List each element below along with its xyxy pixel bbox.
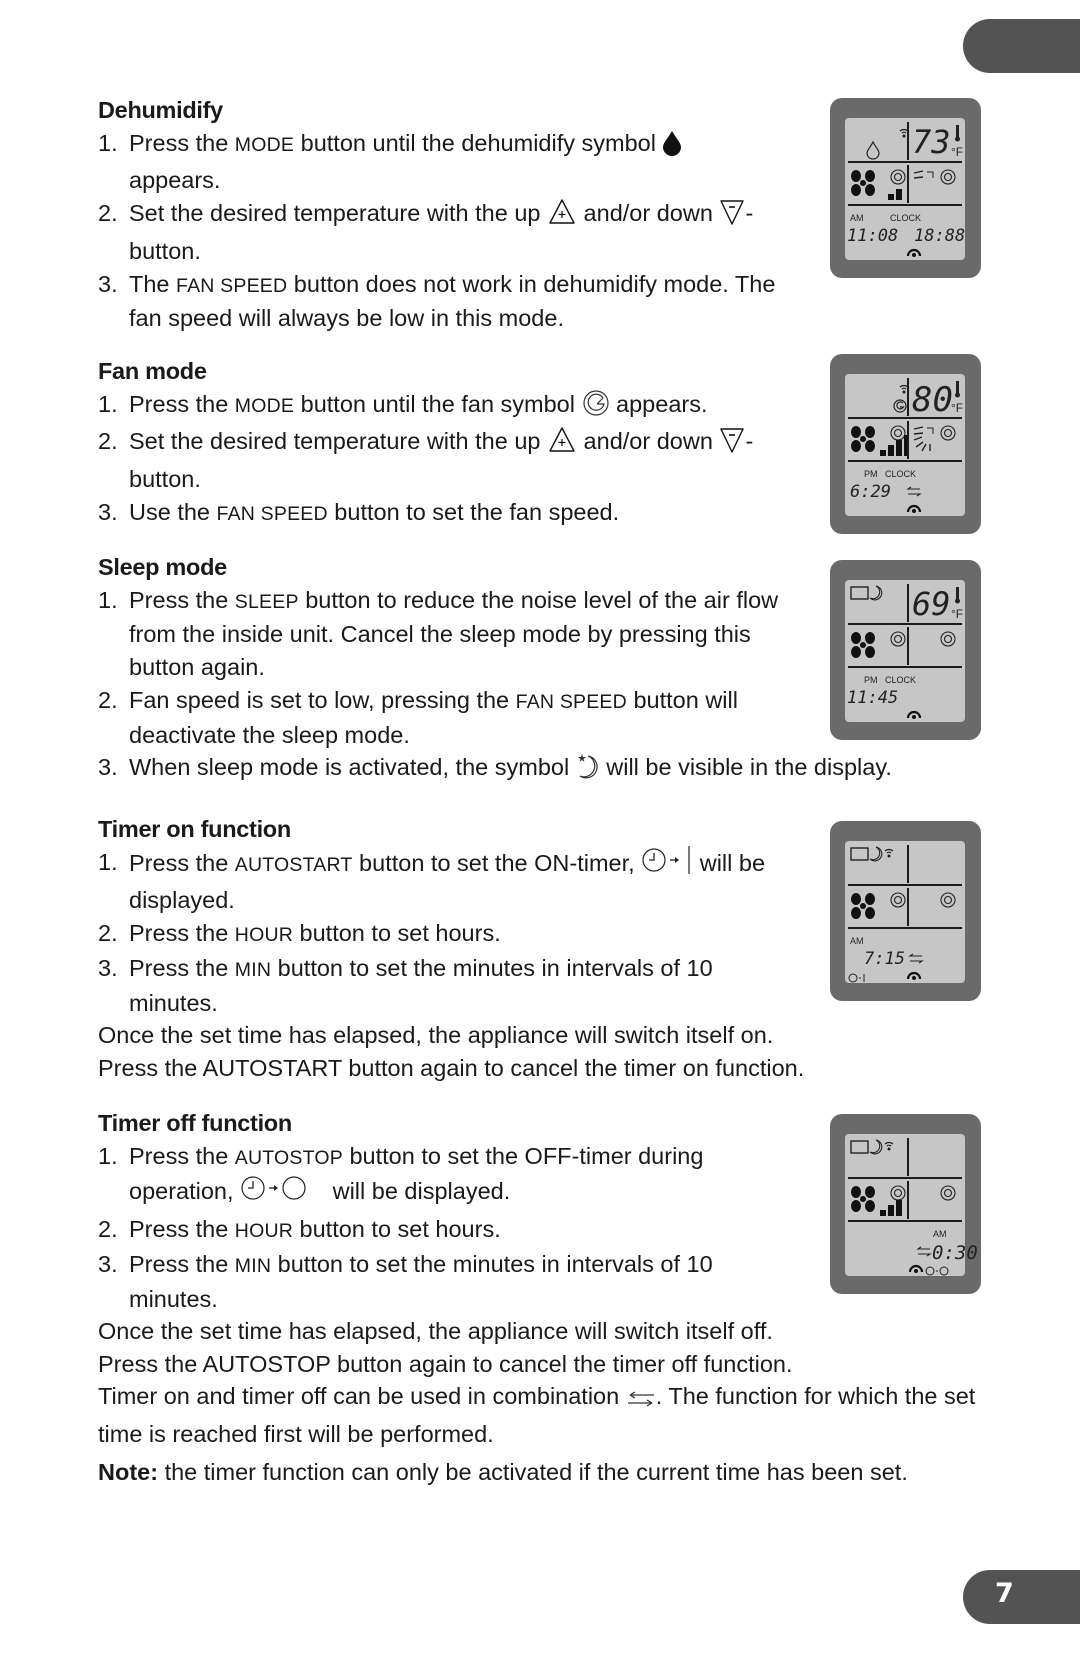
list-item: 1. Press the MODE button until the dehum… <box>98 127 778 197</box>
chapter-tab <box>963 19 1080 73</box>
list-item: 2. Set the desired temperature with the … <box>98 198 754 264</box>
list-item: 3. The FAN SPEED button does not work in… <box>98 270 776 332</box>
thermometer-icon <box>956 587 959 599</box>
lcd-clock: 11:45 <box>847 688 898 708</box>
note-paragraph: Note: the timer function can only be act… <box>98 1459 908 1486</box>
lcd-temperature: 80 <box>912 380 953 420</box>
lcd-timer: 18:88 <box>914 226 965 246</box>
up-button-icon <box>547 426 577 463</box>
list-item: 3. Press the MIN button to set the minut… <box>98 1250 713 1312</box>
paragraph: Press the AUTOSTART button again to canc… <box>98 1054 805 1081</box>
section-heading: Fan mode <box>98 358 207 384</box>
svg-text:°F: °F <box>951 401 963 415</box>
section-fan-mode: Fan mode 1. Press the MODE button until … <box>98 355 778 531</box>
page-number: 7 <box>995 1578 1014 1609</box>
list-item: 1. Press the AUTOSTART button to set the… <box>98 845 809 917</box>
lcd-screen: 73 °F AM CLOCK 11:08 18:88 <box>845 118 965 260</box>
lcd-display-fan: 80 °F PM CLOCK 6:29 <box>830 354 981 534</box>
page-number-tab: 7 <box>963 1570 1080 1624</box>
sleep-moon-icon <box>576 752 600 789</box>
lcd-display-sleep: 69 °F PM CLOCK 11:45 <box>830 560 981 740</box>
lcd-screen: 80 °F PM CLOCK 6:29 <box>845 374 965 516</box>
list-item: 3. When sleep mode is activated, the sym… <box>98 751 968 789</box>
lcd-screen: 69 °F PM CLOCK 11:45 <box>845 580 965 722</box>
list-item: 2. Press the HOUR button to set hours. <box>98 920 501 947</box>
list-item: 1. Press the AUTOSTOP button to set the … <box>98 1140 779 1213</box>
lcd-timer: 0:30 <box>932 1242 978 1264</box>
up-button-icon <box>547 198 577 235</box>
section-dehumidify: Dehumidify 1. Press the MODE button unti… <box>98 94 778 335</box>
down-button-icon <box>719 198 745 235</box>
lcd-screen: AM 0:30 <box>845 1134 978 1276</box>
lcd-display-timer-off: AM 0:30 <box>830 1114 981 1294</box>
list-item: 3. Use the FAN SPEED button to set the f… <box>98 498 620 525</box>
section-heading: Dehumidify <box>98 97 223 123</box>
lcd-temperature: 73 <box>912 123 951 161</box>
svg-text:CLOCK: CLOCK <box>885 675 916 685</box>
section-timer-on: Timer on function 1. Press the AUTOSTART… <box>98 813 818 1085</box>
section-combination: Timer on and timer off can be used in co… <box>98 1380 988 1489</box>
lcd-temperature: 69 <box>912 585 951 623</box>
down-button-icon <box>719 426 745 463</box>
fan-symbol-icon <box>582 389 610 426</box>
section-heading: Timer off function <box>98 1110 292 1136</box>
timer-off-icon <box>240 1174 326 1213</box>
paragraph: Once the set time has elapsed, the appli… <box>98 1318 773 1345</box>
lcd-clock: 11:08 <box>847 226 898 246</box>
timer-on-icon <box>641 845 693 885</box>
lcd-display-timer-on: AM 7:15 <box>830 821 981 1001</box>
combination-arrows-icon <box>626 1385 656 1418</box>
list-item: 2. Set the desired temperature with the … <box>98 426 754 493</box>
section-timer-off: Timer off function 1. Press the AUTOSTOP… <box>98 1107 818 1381</box>
svg-text:CLOCK: CLOCK <box>890 213 921 223</box>
svg-text:PM: PM <box>864 469 878 479</box>
paragraph: Press the AUTOSTOP button again to cance… <box>98 1350 793 1377</box>
svg-text:CLOCK: CLOCK <box>885 469 916 479</box>
list-item: 2. Fan speed is set to low, pressing the… <box>98 686 738 748</box>
drop-icon <box>662 130 682 165</box>
svg-text:°F: °F <box>951 607 963 621</box>
list-item: 1. Press the SLEEP button to reduce the … <box>98 586 779 681</box>
section-heading: Timer on function <box>98 816 291 842</box>
lcd-unit: °F <box>951 145 963 159</box>
lcd-display-dehumidify: 73 °F AM CLOCK 11:08 18:88 <box>830 98 981 278</box>
thermometer-icon <box>956 381 959 393</box>
list-item: 3. Press the MIN button to set the minut… <box>98 954 713 1016</box>
paragraph: Once the set time has elapsed, the appli… <box>98 1022 774 1049</box>
list-item: 2. Press the HOUR button to set hours. <box>98 1216 501 1243</box>
combination-paragraph: Timer on and timer off can be used in co… <box>98 1383 976 1447</box>
list-item: 1. Press the MODE button until the fan s… <box>98 388 778 426</box>
svg-text:AM: AM <box>850 213 864 223</box>
lcd-screen: AM 7:15 <box>845 841 965 983</box>
svg-text:AM: AM <box>850 936 864 946</box>
svg-text:AM: AM <box>933 1229 947 1239</box>
lcd-clock: 6:29 <box>850 482 891 502</box>
lcd-clock: 7:15 <box>864 949 905 969</box>
svg-text:PM: PM <box>864 675 878 685</box>
thermometer-icon <box>956 125 959 137</box>
